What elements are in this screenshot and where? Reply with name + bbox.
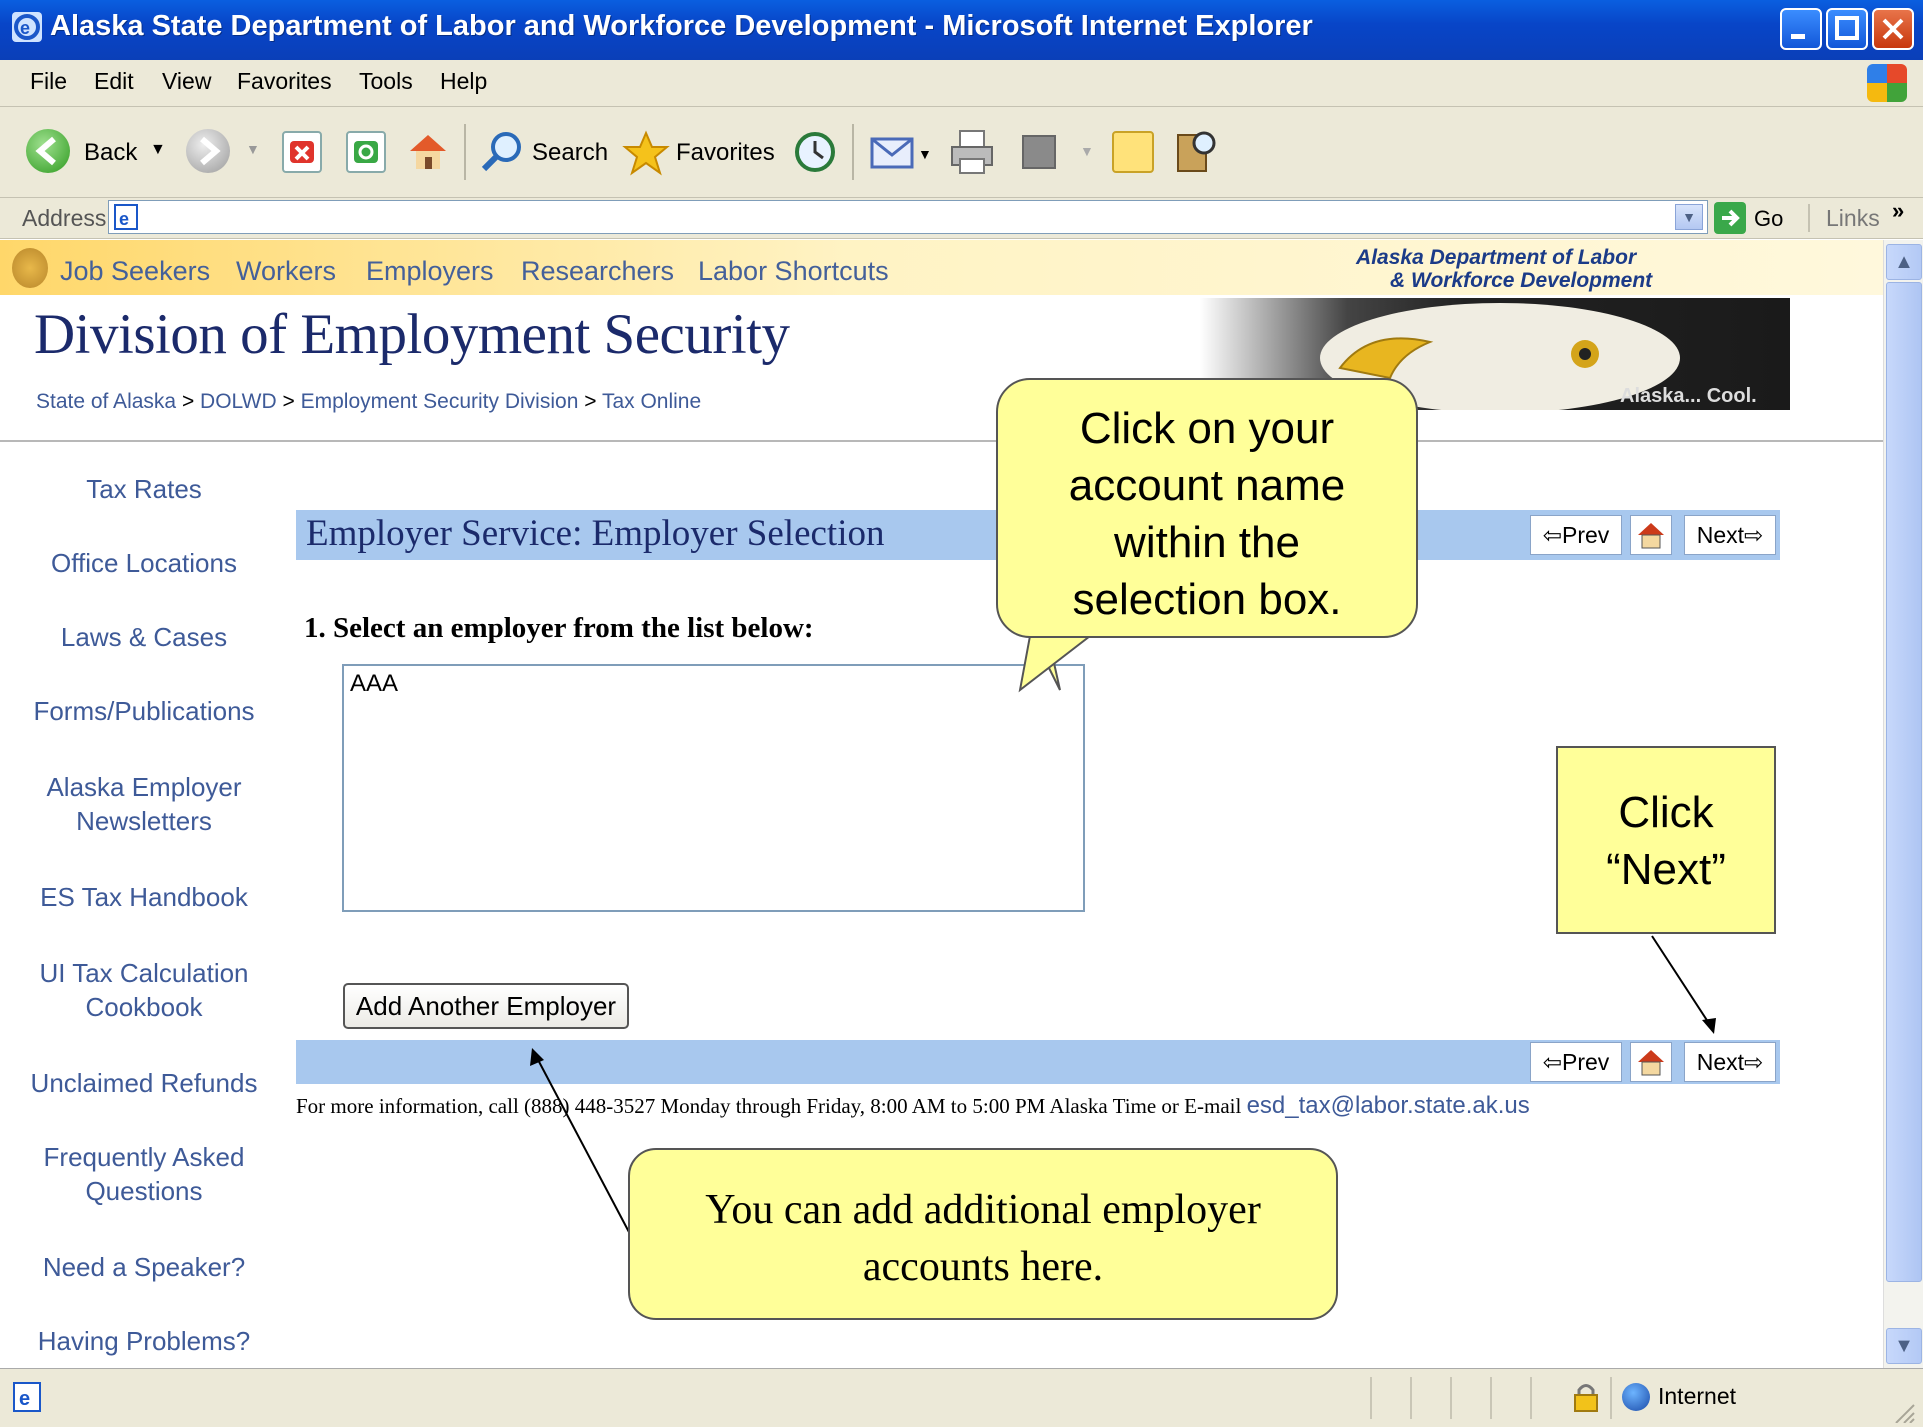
callout-add-employer: You can add additional employer accounts… xyxy=(628,1148,1338,1320)
add-pointer-arrowhead xyxy=(530,1048,544,1066)
callout-account-name: Click on your account name within the se… xyxy=(996,378,1418,638)
status-bar: e Internet xyxy=(0,1368,1923,1427)
lock-icon xyxy=(1572,1381,1600,1413)
globe-icon xyxy=(1622,1383,1650,1411)
resize-grip-icon[interactable] xyxy=(1890,1399,1916,1424)
page-status-icon: e xyxy=(12,1381,44,1413)
status-divider xyxy=(1490,1377,1492,1419)
status-divider xyxy=(1370,1377,1372,1419)
status-divider xyxy=(1530,1377,1532,1419)
next-pointer-arrowhead xyxy=(1702,1018,1716,1034)
next-pointer-line xyxy=(1651,935,1713,1029)
status-divider xyxy=(1410,1377,1412,1419)
callout-click-next: Click “Next” xyxy=(1556,746,1776,934)
svg-text:e: e xyxy=(19,1388,30,1410)
status-divider xyxy=(1610,1377,1612,1419)
add-pointer-line xyxy=(535,1055,631,1235)
zone-label: Internet xyxy=(1658,1383,1736,1409)
status-divider xyxy=(1450,1377,1452,1419)
